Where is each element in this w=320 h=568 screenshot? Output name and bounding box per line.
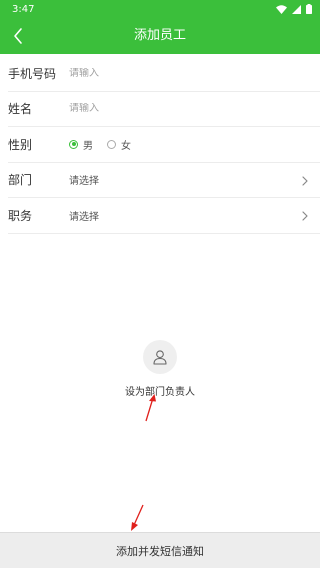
phone-row: 手机号码 — [8, 56, 320, 92]
gender-radio-group: 男 女 — [69, 137, 131, 152]
person-icon — [153, 350, 167, 365]
name-input[interactable] — [69, 103, 296, 115]
position-row[interactable]: 职务 请选择 — [8, 198, 320, 234]
gender-option-label: 女 — [121, 140, 131, 152]
back-button[interactable] — [4, 22, 32, 50]
phone-input[interactable] — [69, 67, 296, 79]
set-dept-head-button[interactable]: 设为部门负责人 — [110, 340, 210, 400]
status-time: 3:47 — [12, 3, 35, 15]
set-dept-head-label: 设为部门负责人 — [125, 387, 195, 398]
app-bar: 添加员工 — [0, 18, 320, 54]
status-icons — [276, 4, 312, 14]
employee-form: 手机号码 姓名 性别 男 女 — [0, 56, 320, 234]
wifi-icon — [276, 4, 287, 14]
department-label: 部门 — [8, 173, 33, 188]
radio-checked-icon — [69, 139, 78, 149]
phone-field-wrap — [69, 67, 296, 79]
name-label: 姓名 — [8, 102, 33, 117]
page-title: 添加员工 — [133, 28, 186, 43]
chevron-right-icon — [302, 175, 308, 186]
radio-unchecked-icon — [107, 139, 116, 149]
gender-option-label: 男 — [83, 140, 93, 152]
phone-label: 手机号码 — [8, 66, 57, 81]
department-select-value: 请选择 — [69, 176, 99, 188]
signal-icon — [292, 4, 301, 14]
position-select-value: 请选择 — [69, 211, 99, 223]
chevron-right-icon — [302, 211, 308, 221]
screen: 3:47 添加员工 手机号码 请输入 姓名 请输入 性别 男 女 部门 请选择 … — [0, 0, 320, 568]
position-label: 职务 — [8, 208, 33, 223]
gender-row: 性别 男 女 — [8, 127, 320, 163]
gender-label: 性别 — [8, 137, 33, 152]
person-icon-circle — [143, 340, 177, 374]
annotation-arrow — [131, 504, 144, 531]
department-row[interactable]: 部门 请选择 — [8, 163, 320, 198]
name-row: 姓名 — [8, 92, 320, 127]
add-and-send-sms-button[interactable]: 添加并发短信通知 — [0, 532, 320, 568]
status-bar: 3:47 — [0, 0, 320, 18]
battery-icon — [306, 4, 312, 14]
gender-radio-female[interactable]: 女 — [107, 137, 131, 152]
name-field-wrap — [69, 103, 296, 115]
chevron-left-icon — [14, 28, 22, 44]
gender-radio-male[interactable]: 男 — [69, 137, 93, 152]
